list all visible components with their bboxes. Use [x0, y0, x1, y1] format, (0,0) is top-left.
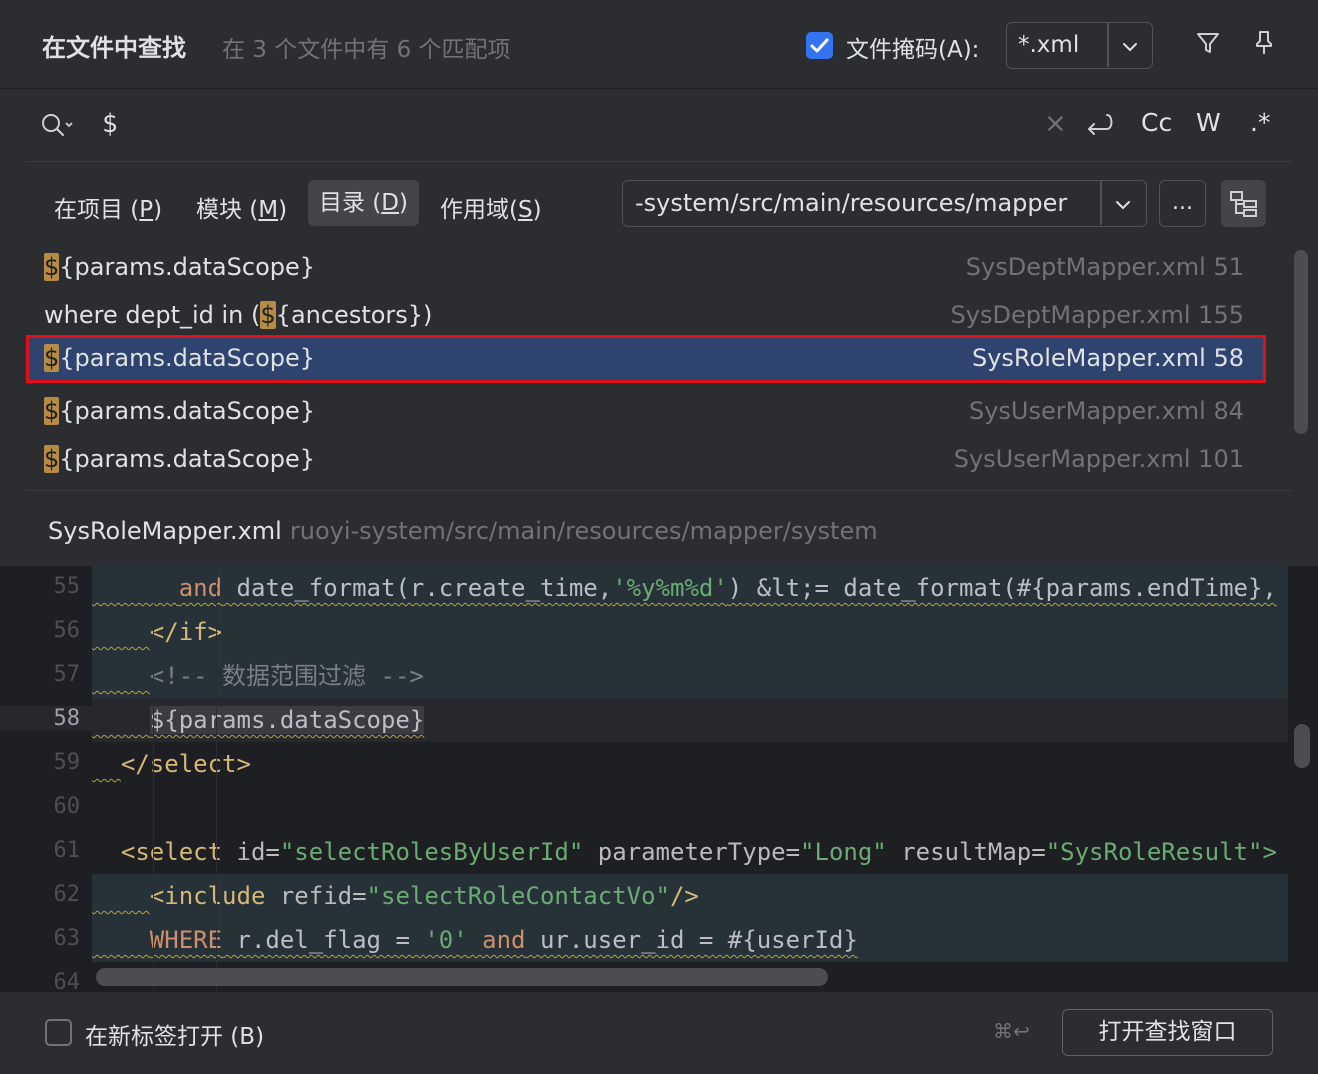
line-number: 62	[53, 882, 81, 907]
directory-tree-icon	[1230, 191, 1257, 217]
whole-words-toggle[interactable]: W	[1196, 108, 1221, 137]
shortcut-hint: ⌘↩	[993, 1019, 1030, 1043]
line-gutter: 55 56 57 58 59 60 61 62 63 64	[0, 566, 92, 992]
recursive-toggle[interactable]	[1221, 180, 1266, 227]
preview-file-name: SysRoleMapper.xml	[48, 517, 282, 545]
filter-icon[interactable]	[1195, 30, 1221, 56]
result-file: SysUserMapper.xml 84	[968, 397, 1244, 425]
regex-toggle[interactable]: .*	[1250, 108, 1270, 137]
match-case-toggle[interactable]: Cc	[1141, 108, 1172, 137]
open-find-window-button[interactable]: 打开查找窗口	[1062, 1009, 1273, 1056]
results-list: ${params.dataScope} SysDeptMapper.xml 51…	[26, 244, 1266, 488]
open-in-new-tab-label: 在新标签打开 (B)	[85, 1024, 265, 1050]
open-in-new-tab-checkbox[interactable]	[45, 1019, 72, 1046]
line-number: 59	[53, 750, 81, 775]
result-file: SysRoleMapper.xml 58	[971, 344, 1244, 372]
preview-vscrollbar[interactable]	[1294, 724, 1310, 768]
file-mask-label: 文件掩码(A):	[846, 37, 980, 63]
scope-tab-module[interactable]: 模块 (M)	[196, 190, 287, 224]
scope-tab-scope[interactable]: 作用域(S)	[440, 190, 542, 224]
code-line-55: and date_format(r.create_time,'%y%m%d') …	[92, 566, 1288, 610]
line-number: 55	[53, 574, 81, 599]
line-number: 57	[53, 662, 81, 687]
line-number: 64	[53, 970, 81, 992]
code-line-58: ${params.dataScope}	[92, 698, 1288, 742]
result-file: SysDeptMapper.xml 155	[950, 301, 1244, 329]
file-mask-combo[interactable]: *.xml	[1006, 22, 1153, 69]
search-history-icon[interactable]	[40, 111, 76, 141]
code-line-63: WHERE r.del_flag = '0' and ur.user_id = …	[92, 918, 1288, 962]
preview-hscrollbar[interactable]	[96, 968, 828, 986]
multiline-icon[interactable]	[1083, 110, 1115, 140]
dialog-header: 在文件中查找 在 3 个文件中有 6 个匹配项 文件掩码(A): *.xml	[0, 0, 1318, 88]
scope-tab-directory[interactable]: 目录 (D)	[308, 180, 419, 226]
results-scrollbar[interactable]	[1294, 250, 1308, 434]
chevron-down-icon[interactable]	[1113, 195, 1133, 215]
result-row[interactable]: ${params.dataScope} SysUserMapper.xml 10…	[26, 436, 1266, 484]
code-line-56: </if>	[92, 610, 1288, 654]
search-row: $	[0, 88, 1318, 163]
match-highlight: $	[44, 253, 60, 281]
line-number: 60	[53, 794, 81, 819]
find-in-files-dialog: 在文件中查找 在 3 个文件中有 6 个匹配项 文件掩码(A): *.xml $…	[0, 0, 1318, 1074]
file-mask-checkbox[interactable]	[806, 32, 833, 59]
match-highlight: $	[260, 301, 276, 329]
chevron-down-icon[interactable]	[1120, 37, 1140, 57]
dialog-title: 在文件中查找	[42, 34, 186, 62]
preview-file-path: ruoyi-system/src/main/resources/mapper/s…	[289, 517, 878, 545]
file-mask-value: *.xml	[1018, 32, 1080, 58]
code-line-62: <include refid="selectRoleContactVo"/>	[92, 874, 1288, 918]
scope-tab-project[interactable]: 在项目 (P)	[54, 190, 162, 224]
result-file: SysUserMapper.xml 101	[953, 445, 1244, 473]
result-file: SysDeptMapper.xml 51	[965, 253, 1244, 281]
clear-search-button[interactable]: ×	[1044, 108, 1067, 139]
code-line-61: <select id="selectRolesByUserId" paramet…	[120, 838, 1277, 866]
code-line-57: <!-- 数据范围过滤 -->	[92, 654, 1288, 698]
preview-path: SysRoleMapper.xml ruoyi-system/src/main/r…	[48, 517, 878, 545]
match-highlight: $	[44, 397, 60, 425]
result-row[interactable]: ${params.dataScope} SysUserMapper.xml 84	[26, 388, 1266, 436]
pin-icon[interactable]	[1251, 29, 1277, 57]
code-line-59: </select>	[120, 750, 251, 778]
match-highlight: $	[44, 445, 60, 473]
check-icon	[810, 38, 829, 53]
browse-button[interactable]: ...	[1159, 180, 1206, 227]
line-number: 61	[53, 838, 81, 863]
result-row-selected[interactable]: ${params.dataScope} SysRoleMapper.xml 58	[26, 335, 1266, 383]
code-preview[interactable]: 55 56 57 58 59 60 61 62 63 64 and date_f…	[0, 566, 1318, 992]
line-number-current: 58	[0, 706, 92, 731]
match-summary: 在 3 个文件中有 6 个匹配项	[222, 37, 511, 63]
result-row[interactable]: where dept_id in (${ancestors}) SysDeptM…	[26, 292, 1266, 340]
search-input[interactable]: $	[102, 109, 118, 139]
match-highlight: $	[44, 344, 60, 372]
line-number: 56	[53, 618, 81, 643]
result-row[interactable]: ${params.dataScope} SysDeptMapper.xml 51	[26, 244, 1266, 292]
line-number: 63	[53, 926, 81, 951]
directory-combo[interactable]: -system/src/main/resources/mapper	[622, 180, 1147, 227]
directory-path: -system/src/main/resources/mapper	[635, 189, 1068, 217]
